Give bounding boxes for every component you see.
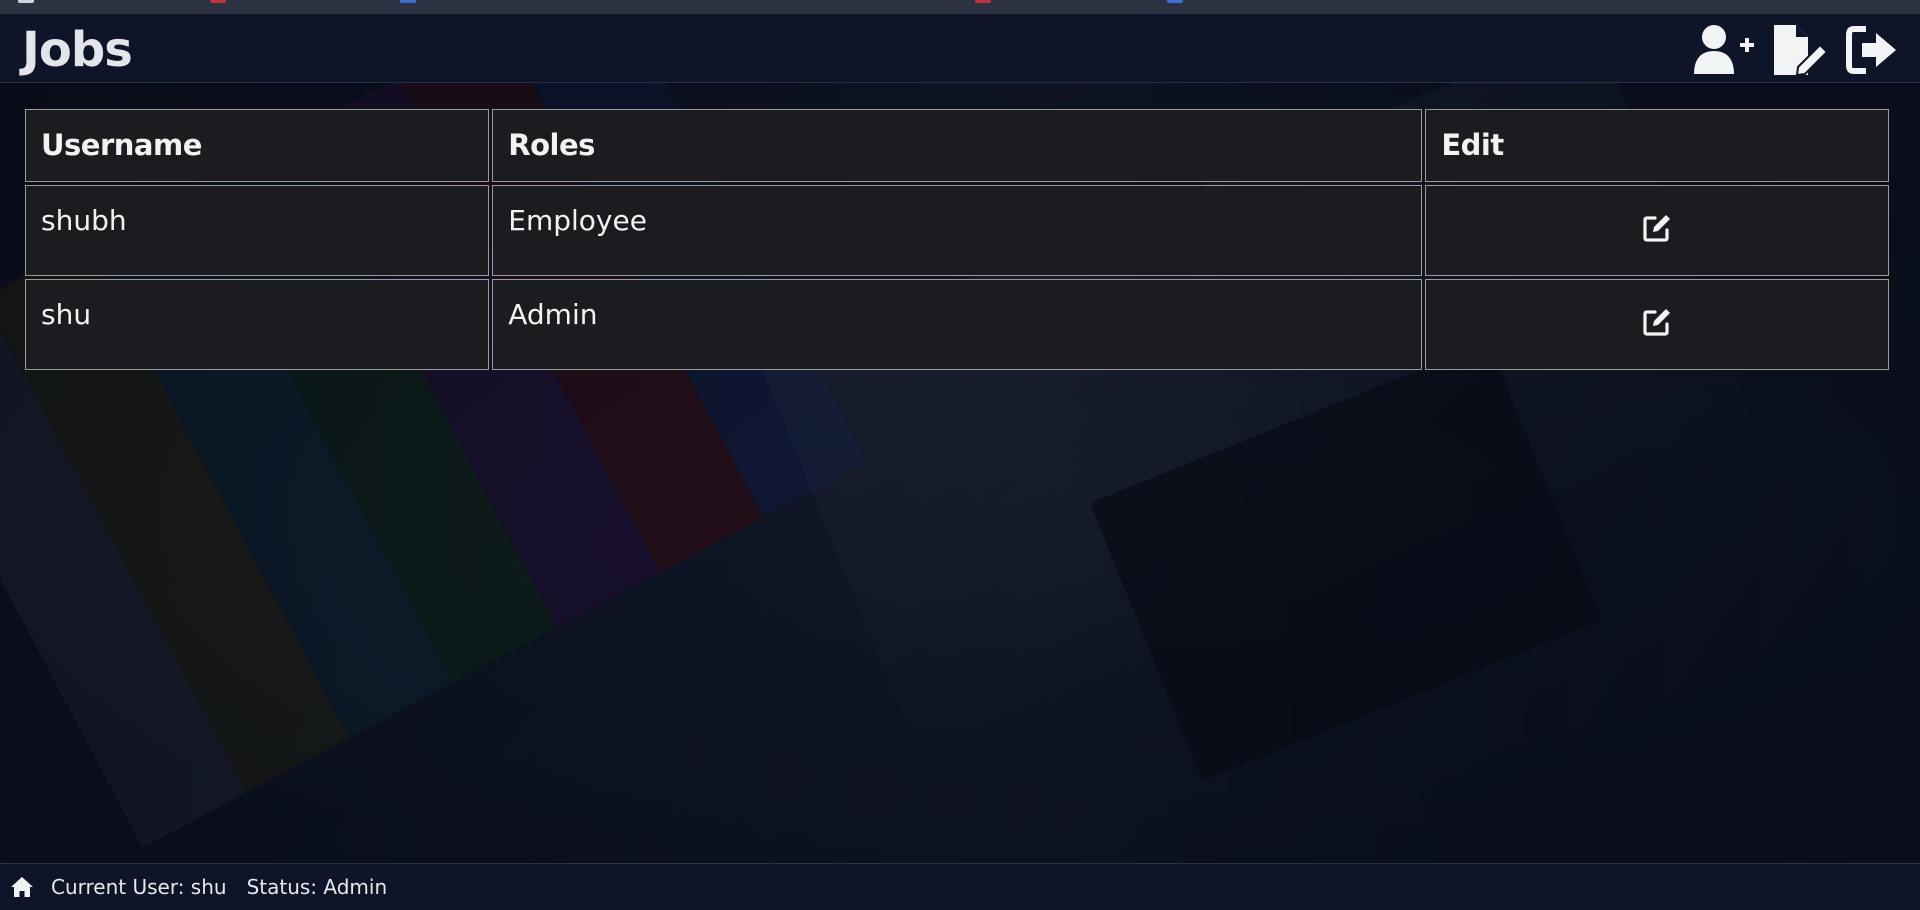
tab-indicator (1167, 0, 1183, 3)
sign-out-icon (1846, 26, 1896, 74)
main-content: Username Roles Edit shubh Employee shu A… (0, 83, 1920, 863)
edit-user-button[interactable] (1641, 306, 1673, 338)
current-user-label: Current User: shu (51, 875, 227, 899)
column-header-username: Username (25, 109, 490, 182)
tab-indicator (975, 0, 991, 3)
home-icon (11, 877, 33, 897)
table-row: shubh Employee (25, 185, 1889, 276)
file-edit-icon (1774, 25, 1829, 77)
username-cell: shubh (25, 185, 490, 276)
role-cell: Admin (492, 279, 1423, 370)
app-header: Jobs (0, 14, 1920, 83)
tab-indicator (400, 0, 416, 3)
column-header-roles: Roles (492, 109, 1423, 182)
edit-icon (1643, 309, 1671, 336)
edit-cell (1425, 279, 1889, 370)
browser-tab-strip (0, 0, 1920, 14)
tab-indicator (210, 0, 226, 3)
status-label: Status: Admin (246, 875, 388, 899)
logout-button[interactable] (1846, 25, 1898, 75)
home-button[interactable] (10, 876, 34, 898)
users-table: Username Roles Edit shubh Employee shu A… (22, 106, 1892, 373)
add-user-button[interactable] (1692, 24, 1756, 76)
header-actions (1692, 23, 1898, 77)
user-plus-icon (1694, 25, 1754, 74)
edit-icon (1643, 215, 1671, 242)
table-header-row: Username Roles Edit (25, 109, 1889, 182)
column-header-edit: Edit (1425, 109, 1889, 182)
status-bar: Current User: shu Status: Admin (0, 863, 1920, 910)
edit-cell (1425, 185, 1889, 276)
role-cell: Employee (492, 185, 1423, 276)
page-title: Jobs (22, 22, 133, 78)
edit-user-button[interactable] (1641, 212, 1673, 244)
edit-document-button[interactable] (1772, 23, 1830, 77)
table-row: shu Admin (25, 279, 1889, 370)
tab-indicator (18, 0, 34, 3)
username-cell: shu (25, 279, 490, 370)
